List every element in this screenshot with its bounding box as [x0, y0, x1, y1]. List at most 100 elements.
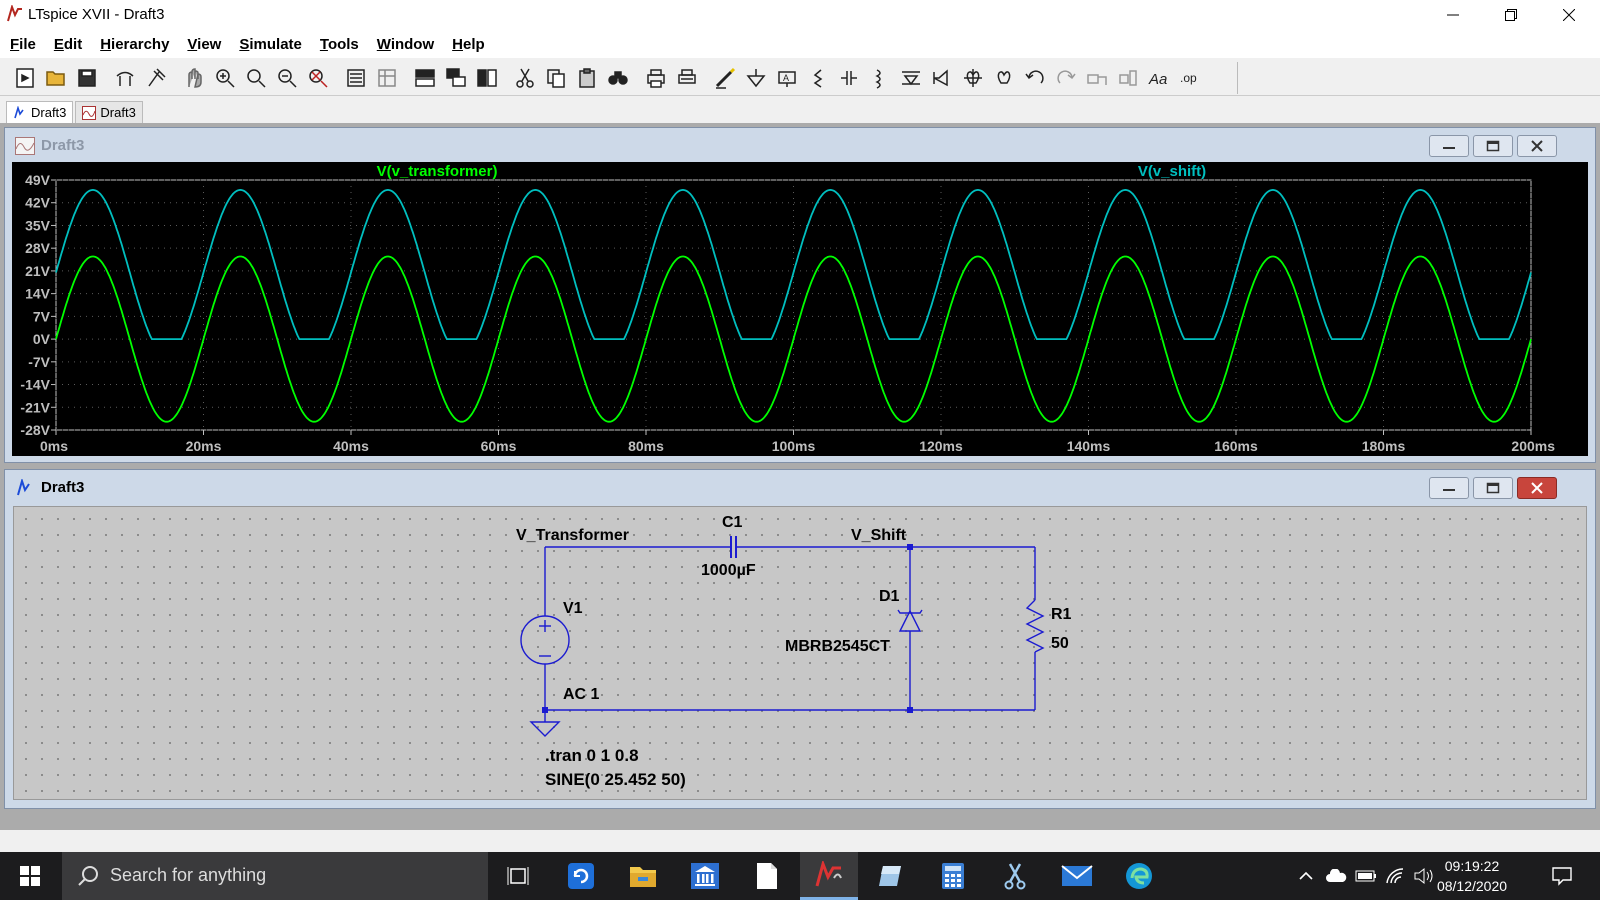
waveform-plot-svg[interactable]: 49V 42V 35V 28V 21V 14V 7V 0V -7V -14V -21V -28V0ms…	[12, 162, 1588, 456]
mirror-button[interactable]	[1113, 64, 1143, 92]
zoom-in-button[interactable]	[210, 64, 240, 92]
menu-tools[interactable]: Tools	[314, 36, 365, 53]
toolbar-separator	[103, 64, 109, 92]
cascade-button[interactable]	[441, 64, 471, 92]
undo-button[interactable]	[1020, 64, 1050, 92]
taskbar-app-document[interactable]	[738, 852, 796, 900]
taskbar-app-calculator[interactable]	[924, 852, 982, 900]
schematic-window-titlebar[interactable]: Draft3	[5, 470, 1595, 504]
y-tick-label: 28V	[25, 240, 51, 256]
notifications-button[interactable]	[1550, 864, 1574, 888]
menu-view[interactable]: View	[181, 36, 227, 53]
schematic-close-button[interactable]	[1517, 477, 1557, 499]
menu-help[interactable]: Help	[446, 36, 491, 53]
autorange-button[interactable]	[341, 64, 371, 92]
text-button[interactable]: Aa	[1144, 64, 1174, 92]
paste-button[interactable]	[572, 64, 602, 92]
tile-vertical-button[interactable]	[472, 64, 502, 92]
menu-file[interactable]: File	[4, 36, 42, 53]
waveform-maximize-button[interactable]	[1473, 135, 1513, 157]
sine-source-spec[interactable]: SINE(0 25.452 50)	[545, 770, 686, 790]
clock-time[interactable]: 09:19:22	[1428, 858, 1516, 874]
taskbar-app-glass[interactable]	[862, 852, 920, 900]
schematic-icon	[17, 479, 30, 496]
mail-icon	[1061, 865, 1093, 886]
zoom-pan-button[interactable]	[241, 64, 271, 92]
schematic-maximize-button[interactable]	[1473, 477, 1513, 499]
c1-ref[interactable]: C1	[722, 514, 742, 532]
label-net-button[interactable]: A	[772, 64, 802, 92]
restore-button[interactable]	[1482, 0, 1540, 30]
find-button[interactable]	[603, 64, 633, 92]
taskbar-app-refresh[interactable]	[552, 852, 610, 900]
diode-button[interactable]	[896, 64, 926, 92]
taskbar-search[interactable]: Search for anything	[62, 852, 488, 900]
rotate-button[interactable]	[1082, 64, 1112, 92]
menu-edit[interactable]: Edit	[48, 36, 88, 53]
task-view-button[interactable]	[490, 852, 548, 900]
d1-value[interactable]: MBRB2545CT	[785, 638, 890, 656]
redo-button[interactable]	[1051, 64, 1081, 92]
copy-button[interactable]	[541, 64, 571, 92]
minimize-button[interactable]	[1424, 0, 1482, 30]
wire-button[interactable]	[710, 64, 740, 92]
print-preview-button[interactable]	[672, 64, 702, 92]
control-panel-button[interactable]	[110, 64, 140, 92]
waveform-minimize-button[interactable]	[1429, 135, 1469, 157]
y-tick-label: 7V	[33, 308, 51, 324]
menu-hierarchy[interactable]: Hierarchy	[94, 36, 175, 53]
tray-battery[interactable]	[1354, 864, 1378, 888]
close-button[interactable]	[1540, 0, 1598, 30]
waveform-window-titlebar[interactable]: Draft3	[5, 128, 1595, 162]
halt-button[interactable]	[179, 64, 209, 92]
r1-ref[interactable]: R1	[1051, 606, 1071, 624]
schematic-canvas[interactable]: V_Transformer V_Shift C1 1000µF D1 MBRB2…	[13, 506, 1587, 800]
menu-simulate[interactable]: Simulate	[233, 36, 308, 53]
waveform-close-button[interactable]	[1517, 135, 1557, 157]
r1-value[interactable]: 50	[1051, 635, 1069, 653]
tab-waveform[interactable]: Draft3	[75, 101, 143, 123]
waveform-plot[interactable]: 49V 42V 35V 28V 21V 14V 7V 0V -7V -14V -21V -28V 0ms…	[12, 162, 1588, 456]
run-button[interactable]	[141, 64, 171, 92]
cut-button[interactable]	[510, 64, 540, 92]
move-button[interactable]	[958, 64, 988, 92]
drag-button[interactable]	[989, 64, 1019, 92]
taskbar-app-ltspice[interactable]	[800, 852, 858, 900]
save-button[interactable]	[72, 64, 102, 92]
spice-directive-button[interactable]: .op	[1175, 64, 1205, 92]
clock-date[interactable]: 08/12/2020	[1428, 878, 1516, 894]
tab-schematic[interactable]: Draft3	[6, 101, 74, 123]
menu-window[interactable]: Window	[371, 36, 440, 53]
tile-horizontal-button[interactable]	[410, 64, 440, 92]
taskbar-app-edge[interactable]	[1110, 852, 1168, 900]
net-label-v-shift[interactable]: V_Shift	[851, 527, 906, 545]
tray-onedrive[interactable]	[1324, 864, 1348, 888]
resistor-button[interactable]	[803, 64, 833, 92]
taskbar-app-snipping-tool[interactable]	[986, 852, 1044, 900]
taskbar-app-bank[interactable]	[676, 852, 734, 900]
capacitor-button[interactable]	[834, 64, 864, 92]
open-button[interactable]	[41, 64, 71, 92]
v1-value[interactable]: AC 1	[563, 686, 599, 704]
tray-show-hidden-button[interactable]	[1294, 864, 1318, 888]
component-button[interactable]	[927, 64, 957, 92]
net-label-v-transformer[interactable]: V_Transformer	[516, 527, 629, 545]
taskbar-app-mail[interactable]	[1048, 852, 1106, 900]
new-schematic-button[interactable]	[10, 64, 40, 92]
zoom-out-button[interactable]	[272, 64, 302, 92]
print-button[interactable]	[641, 64, 671, 92]
zoom-fit-button[interactable]	[303, 64, 333, 92]
ground-button[interactable]	[741, 64, 771, 92]
start-button[interactable]	[0, 852, 60, 900]
tray-network[interactable]	[1384, 864, 1408, 888]
taskbar-app-file-explorer[interactable]	[614, 852, 672, 900]
inductor-button[interactable]	[865, 64, 895, 92]
ground-symbol	[529, 710, 561, 737]
grid-button[interactable]	[372, 64, 402, 92]
schematic-minimize-button[interactable]	[1429, 477, 1469, 499]
v1-ref[interactable]: V1	[563, 600, 583, 618]
c1-value[interactable]: 1000µF	[701, 562, 756, 580]
d1-ref[interactable]: D1	[879, 588, 899, 606]
schematic-window: Draft3 V_Transformer V_Shift C1 1000µF D…	[4, 469, 1596, 809]
tran-directive[interactable]: .tran 0 1 0.8	[545, 746, 639, 766]
